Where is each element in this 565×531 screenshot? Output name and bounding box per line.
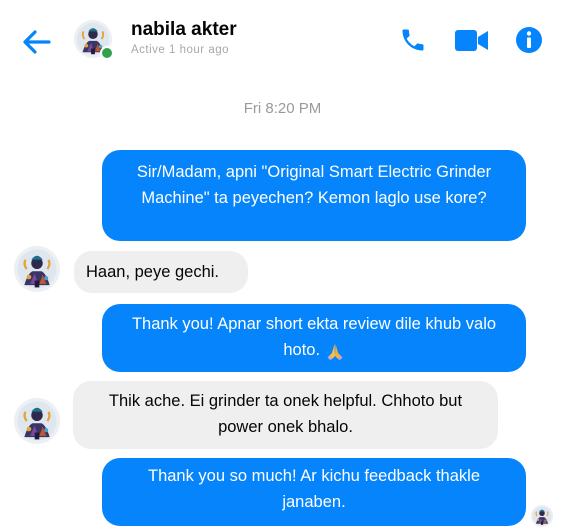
outgoing-message[interactable]: Thank you so much! Ar kichu feedback tha… <box>102 458 526 526</box>
info-icon[interactable] <box>515 26 543 54</box>
back-arrow-icon[interactable] <box>20 25 54 59</box>
chat-header: nabila akter Active 1 hour ago <box>0 0 565 84</box>
messenger-chat-screen: nabila akter Active 1 hour ago Fri 8:20 … <box>0 0 565 531</box>
seen-indicator-avatar <box>531 505 553 527</box>
incoming-message[interactable]: Haan, peye gechi. <box>74 251 248 293</box>
message-text: Thank you! Apnar short ekta review dile … <box>131 315 497 359</box>
folded-hands-emoji-icon <box>327 343 343 360</box>
contact-avatar-small <box>14 398 60 444</box>
outgoing-message[interactable]: Sir/Madam, apni "Original Smart Electric… <box>102 150 526 241</box>
contact-active-status: Active 1 hour ago <box>131 44 230 56</box>
video-camera-icon[interactable] <box>455 29 488 52</box>
online-status-dot <box>100 46 114 60</box>
contact-avatar-small <box>14 246 60 292</box>
contact-avatar[interactable] <box>74 20 114 60</box>
phone-icon[interactable] <box>399 26 427 54</box>
incoming-message[interactable]: Thik ache. Ei grinder ta onek helpful. C… <box>73 381 498 449</box>
outgoing-message[interactable]: Thank you! Apnar short ekta review dile … <box>102 304 526 372</box>
contact-name[interactable]: nabila akter <box>131 19 237 41</box>
message-timestamp: Fri 8:20 PM <box>243 100 322 117</box>
